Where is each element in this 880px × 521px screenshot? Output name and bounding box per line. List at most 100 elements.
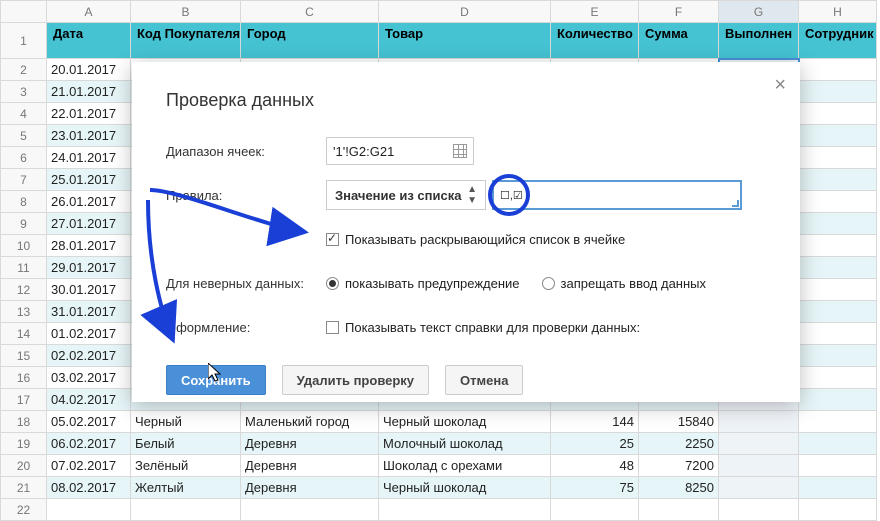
header-F[interactable]: Сумма bbox=[639, 23, 719, 59]
rowhead-6[interactable]: 6 bbox=[1, 147, 47, 169]
col-H[interactable]: H bbox=[799, 1, 877, 23]
cell[interactable]: 25.01.2017 bbox=[47, 169, 131, 191]
cell[interactable] bbox=[799, 433, 877, 455]
rowhead-18[interactable]: 18 bbox=[1, 411, 47, 433]
cell[interactable]: Молочный шоколад bbox=[379, 433, 551, 455]
rowhead-1[interactable]: 1 bbox=[1, 23, 47, 59]
cell[interactable]: 24.01.2017 bbox=[47, 147, 131, 169]
cell[interactable]: Деревня bbox=[241, 433, 379, 455]
cell[interactable]: 02.02.2017 bbox=[47, 345, 131, 367]
cell[interactable]: 29.01.2017 bbox=[47, 257, 131, 279]
cell[interactable] bbox=[799, 59, 877, 81]
header-C[interactable]: Город bbox=[241, 23, 379, 59]
col-G[interactable]: G bbox=[719, 1, 799, 23]
rowhead-22[interactable]: 22 bbox=[1, 499, 47, 521]
cell[interactable] bbox=[799, 477, 877, 499]
col-F[interactable]: F bbox=[639, 1, 719, 23]
cell[interactable]: Зелёный bbox=[131, 455, 241, 477]
cell[interactable] bbox=[241, 499, 379, 521]
cell[interactable] bbox=[799, 235, 877, 257]
cell[interactable] bbox=[799, 345, 877, 367]
cell[interactable]: 22.01.2017 bbox=[47, 103, 131, 125]
range-input[interactable]: '1'!G2:G21 bbox=[326, 137, 474, 165]
cell[interactable]: 08.02.2017 bbox=[47, 477, 131, 499]
cell[interactable]: 04.02.2017 bbox=[47, 389, 131, 411]
cell[interactable] bbox=[799, 191, 877, 213]
cell[interactable]: 15840 bbox=[639, 411, 719, 433]
rowhead-7[interactable]: 7 bbox=[1, 169, 47, 191]
range-picker-icon[interactable] bbox=[453, 144, 467, 158]
cell[interactable] bbox=[131, 499, 241, 521]
col-B[interactable]: B bbox=[131, 1, 241, 23]
cell[interactable] bbox=[799, 499, 877, 521]
cell[interactable]: 30.01.2017 bbox=[47, 279, 131, 301]
col-D[interactable]: D bbox=[379, 1, 551, 23]
cell[interactable] bbox=[47, 499, 131, 521]
rowhead-19[interactable]: 19 bbox=[1, 433, 47, 455]
cell[interactable]: 07.02.2017 bbox=[47, 455, 131, 477]
cell[interactable]: 25 bbox=[551, 433, 639, 455]
cell[interactable] bbox=[799, 301, 877, 323]
rowhead-11[interactable]: 11 bbox=[1, 257, 47, 279]
rowhead-12[interactable]: 12 bbox=[1, 279, 47, 301]
cell[interactable] bbox=[799, 367, 877, 389]
resize-handle-icon[interactable] bbox=[732, 200, 739, 207]
show-dropdown-checkbox[interactable] bbox=[326, 233, 339, 246]
rowhead-2[interactable]: 2 bbox=[1, 59, 47, 81]
header-A[interactable]: Дата bbox=[47, 23, 131, 59]
cell[interactable]: Деревня bbox=[241, 455, 379, 477]
rowhead-15[interactable]: 15 bbox=[1, 345, 47, 367]
cell[interactable]: Шоколад с орехами bbox=[379, 455, 551, 477]
col-C[interactable]: C bbox=[241, 1, 379, 23]
cell[interactable]: 03.02.2017 bbox=[47, 367, 131, 389]
cell[interactable] bbox=[799, 411, 877, 433]
cell[interactable] bbox=[799, 455, 877, 477]
cell[interactable]: Черный шоколад bbox=[379, 477, 551, 499]
rule-type-select[interactable]: Значение из списка ▲▼ bbox=[326, 180, 486, 210]
rowhead-10[interactable]: 10 bbox=[1, 235, 47, 257]
cell[interactable]: Белый bbox=[131, 433, 241, 455]
rowhead-21[interactable]: 21 bbox=[1, 477, 47, 499]
cell[interactable]: 27.01.2017 bbox=[47, 213, 131, 235]
invalid-warn-radio[interactable] bbox=[326, 277, 339, 290]
cell[interactable] bbox=[719, 477, 799, 499]
cell[interactable]: 144 bbox=[551, 411, 639, 433]
cell[interactable] bbox=[719, 411, 799, 433]
cell[interactable]: 06.02.2017 bbox=[47, 433, 131, 455]
cell[interactable] bbox=[379, 499, 551, 521]
cell[interactable]: Маленький город bbox=[241, 411, 379, 433]
cancel-button[interactable]: Отмена bbox=[445, 365, 523, 395]
cell[interactable] bbox=[799, 169, 877, 191]
rowhead-5[interactable]: 5 bbox=[1, 125, 47, 147]
cell[interactable]: 20.01.2017 bbox=[47, 59, 131, 81]
cell[interactable]: 21.01.2017 bbox=[47, 81, 131, 103]
cell[interactable]: Желтый bbox=[131, 477, 241, 499]
rowhead-20[interactable]: 20 bbox=[1, 455, 47, 477]
cell[interactable] bbox=[799, 213, 877, 235]
cell[interactable] bbox=[799, 147, 877, 169]
cell[interactable]: 2250 bbox=[639, 433, 719, 455]
header-E[interactable]: Количество bbox=[551, 23, 639, 59]
rowhead-4[interactable]: 4 bbox=[1, 103, 47, 125]
cell[interactable] bbox=[799, 125, 877, 147]
cell[interactable] bbox=[799, 279, 877, 301]
cell[interactable] bbox=[799, 389, 877, 411]
cell[interactable]: Черный bbox=[131, 411, 241, 433]
cell[interactable] bbox=[639, 499, 719, 521]
rowhead-14[interactable]: 14 bbox=[1, 323, 47, 345]
delete-validation-button[interactable]: Удалить проверку bbox=[282, 365, 429, 395]
col-A[interactable]: A bbox=[47, 1, 131, 23]
cell[interactable] bbox=[799, 323, 877, 345]
cell[interactable] bbox=[799, 257, 877, 279]
header-H[interactable]: Сотрудник bbox=[799, 23, 877, 59]
cell[interactable] bbox=[719, 499, 799, 521]
col-E[interactable]: E bbox=[551, 1, 639, 23]
header-B[interactable]: Код Покупателя bbox=[131, 23, 241, 59]
appearance-checkbox[interactable] bbox=[326, 321, 339, 334]
rowhead-13[interactable]: 13 bbox=[1, 301, 47, 323]
cell[interactable] bbox=[799, 81, 877, 103]
cell[interactable]: 75 bbox=[551, 477, 639, 499]
cell[interactable]: 31.01.2017 bbox=[47, 301, 131, 323]
header-G[interactable]: Выполнен bbox=[719, 23, 799, 59]
rowhead-16[interactable]: 16 bbox=[1, 367, 47, 389]
